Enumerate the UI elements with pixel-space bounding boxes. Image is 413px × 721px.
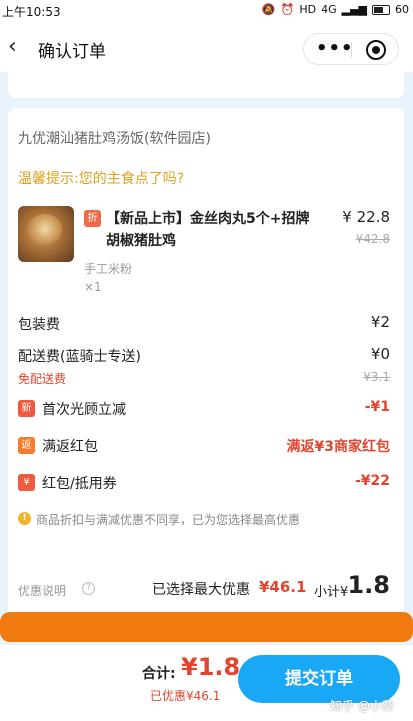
network-label: 4G bbox=[321, 3, 337, 16]
cashback-label: 满返红包 bbox=[42, 439, 98, 455]
item-thumbnail bbox=[18, 206, 74, 262]
cashback-icon: 返 bbox=[18, 437, 35, 454]
submit-order-button[interactable]: 提交订单 bbox=[238, 655, 400, 703]
total-label: 合计: bbox=[142, 666, 176, 682]
saved-amount: 已优惠¥46.1 bbox=[150, 689, 221, 703]
mini-program-capsule: ••• bbox=[303, 33, 399, 65]
coupon-icon: ¥ bbox=[18, 474, 35, 491]
discount-notice: 商品折扣与满减优惠不同享，已为您选择最高优惠 bbox=[36, 513, 301, 527]
item-spec: 手工米粉 bbox=[84, 262, 133, 276]
battery-level: 60 bbox=[395, 3, 409, 16]
coupon-value[interactable]: -¥22 bbox=[355, 473, 390, 489]
free-delivery-label: 免配送费 bbox=[18, 372, 67, 386]
status-bar: 上午10:53 🔕 ⏰ HD 4G ▂▄▆ 60 bbox=[0, 0, 413, 24]
question-icon[interactable]: ? bbox=[82, 582, 95, 595]
battery-icon bbox=[372, 4, 390, 15]
watermark: 知乎 @小葵 bbox=[330, 699, 394, 713]
cashback-value[interactable]: 满返¥3商家红包 bbox=[287, 436, 390, 456]
close-target-icon[interactable] bbox=[366, 40, 386, 60]
subtotal-label: 小计¥ bbox=[314, 585, 349, 600]
packing-fee-label: 包装费 bbox=[18, 317, 60, 333]
new-customer-icon: 新 bbox=[18, 400, 35, 417]
staple-tip[interactable]: 温馨提示:您的主食点了吗? bbox=[18, 168, 184, 188]
max-discount-amount: ¥46.1 bbox=[259, 578, 307, 596]
discount-tag-icon: 折 bbox=[84, 210, 101, 227]
first-visit-label: 首次光顾立减 bbox=[42, 402, 126, 418]
address-card-bottom bbox=[8, 72, 404, 98]
back-icon[interactable]: ‹ bbox=[8, 34, 28, 60]
highlight-band bbox=[0, 612, 413, 642]
capsule-divider bbox=[351, 42, 352, 58]
max-discount-label: 已选择最大优惠 bbox=[152, 582, 250, 598]
status-icons: 🔕 ⏰ HD 4G ▂▄▆ 60 bbox=[262, 3, 409, 16]
total-amount: ¥1.8 bbox=[181, 653, 241, 681]
delivery-fee-value: ¥0 bbox=[370, 345, 390, 363]
coupon-label: 红包/抵用券 bbox=[42, 476, 117, 492]
order-card: 九优潮汕猪肚鸡汤饭(软件园店) 温馨提示:您的主食点了吗? 折 【新品上市】金丝… bbox=[8, 108, 404, 618]
mute-icon: 🔕 bbox=[261, 3, 276, 16]
more-icon[interactable]: ••• bbox=[316, 38, 354, 59]
subtotal-amount: 1.8 bbox=[347, 571, 390, 599]
info-icon: ! bbox=[18, 512, 31, 525]
packing-fee-value: ¥2 bbox=[370, 313, 390, 331]
discount-help-label[interactable]: 优惠说明 bbox=[18, 582, 66, 599]
item-name: 【新品上市】金丝肉丸5个+招牌胡椒猪肚鸡 bbox=[106, 211, 310, 249]
signal-icon: ▂▄▆ bbox=[341, 3, 367, 16]
first-visit-value: -¥1 bbox=[364, 399, 390, 415]
delivery-fee-label: 配送费(蓝骑士专送) bbox=[18, 349, 141, 365]
checkout-bar: 合计: ¥1.8 已优惠¥46.1 提交订单 知乎 @小葵 bbox=[0, 645, 413, 721]
hd-badge: HD bbox=[299, 3, 317, 16]
item-original-price: ¥42.8 bbox=[355, 232, 390, 246]
delivery-original-fee: ¥3.1 bbox=[363, 370, 390, 384]
shop-name[interactable]: 九优潮汕猪肚鸡汤饭(软件园店) bbox=[18, 128, 211, 148]
item-price: ¥ 22.8 bbox=[342, 208, 390, 226]
alarm-icon: ⏰ bbox=[280, 3, 295, 16]
status-time: 上午10:53 bbox=[2, 5, 61, 19]
item-quantity: ×1 bbox=[84, 280, 102, 294]
nav-bar: ‹ 确认订单 ••• bbox=[0, 24, 413, 72]
page-title: 确认订单 bbox=[38, 42, 106, 62]
